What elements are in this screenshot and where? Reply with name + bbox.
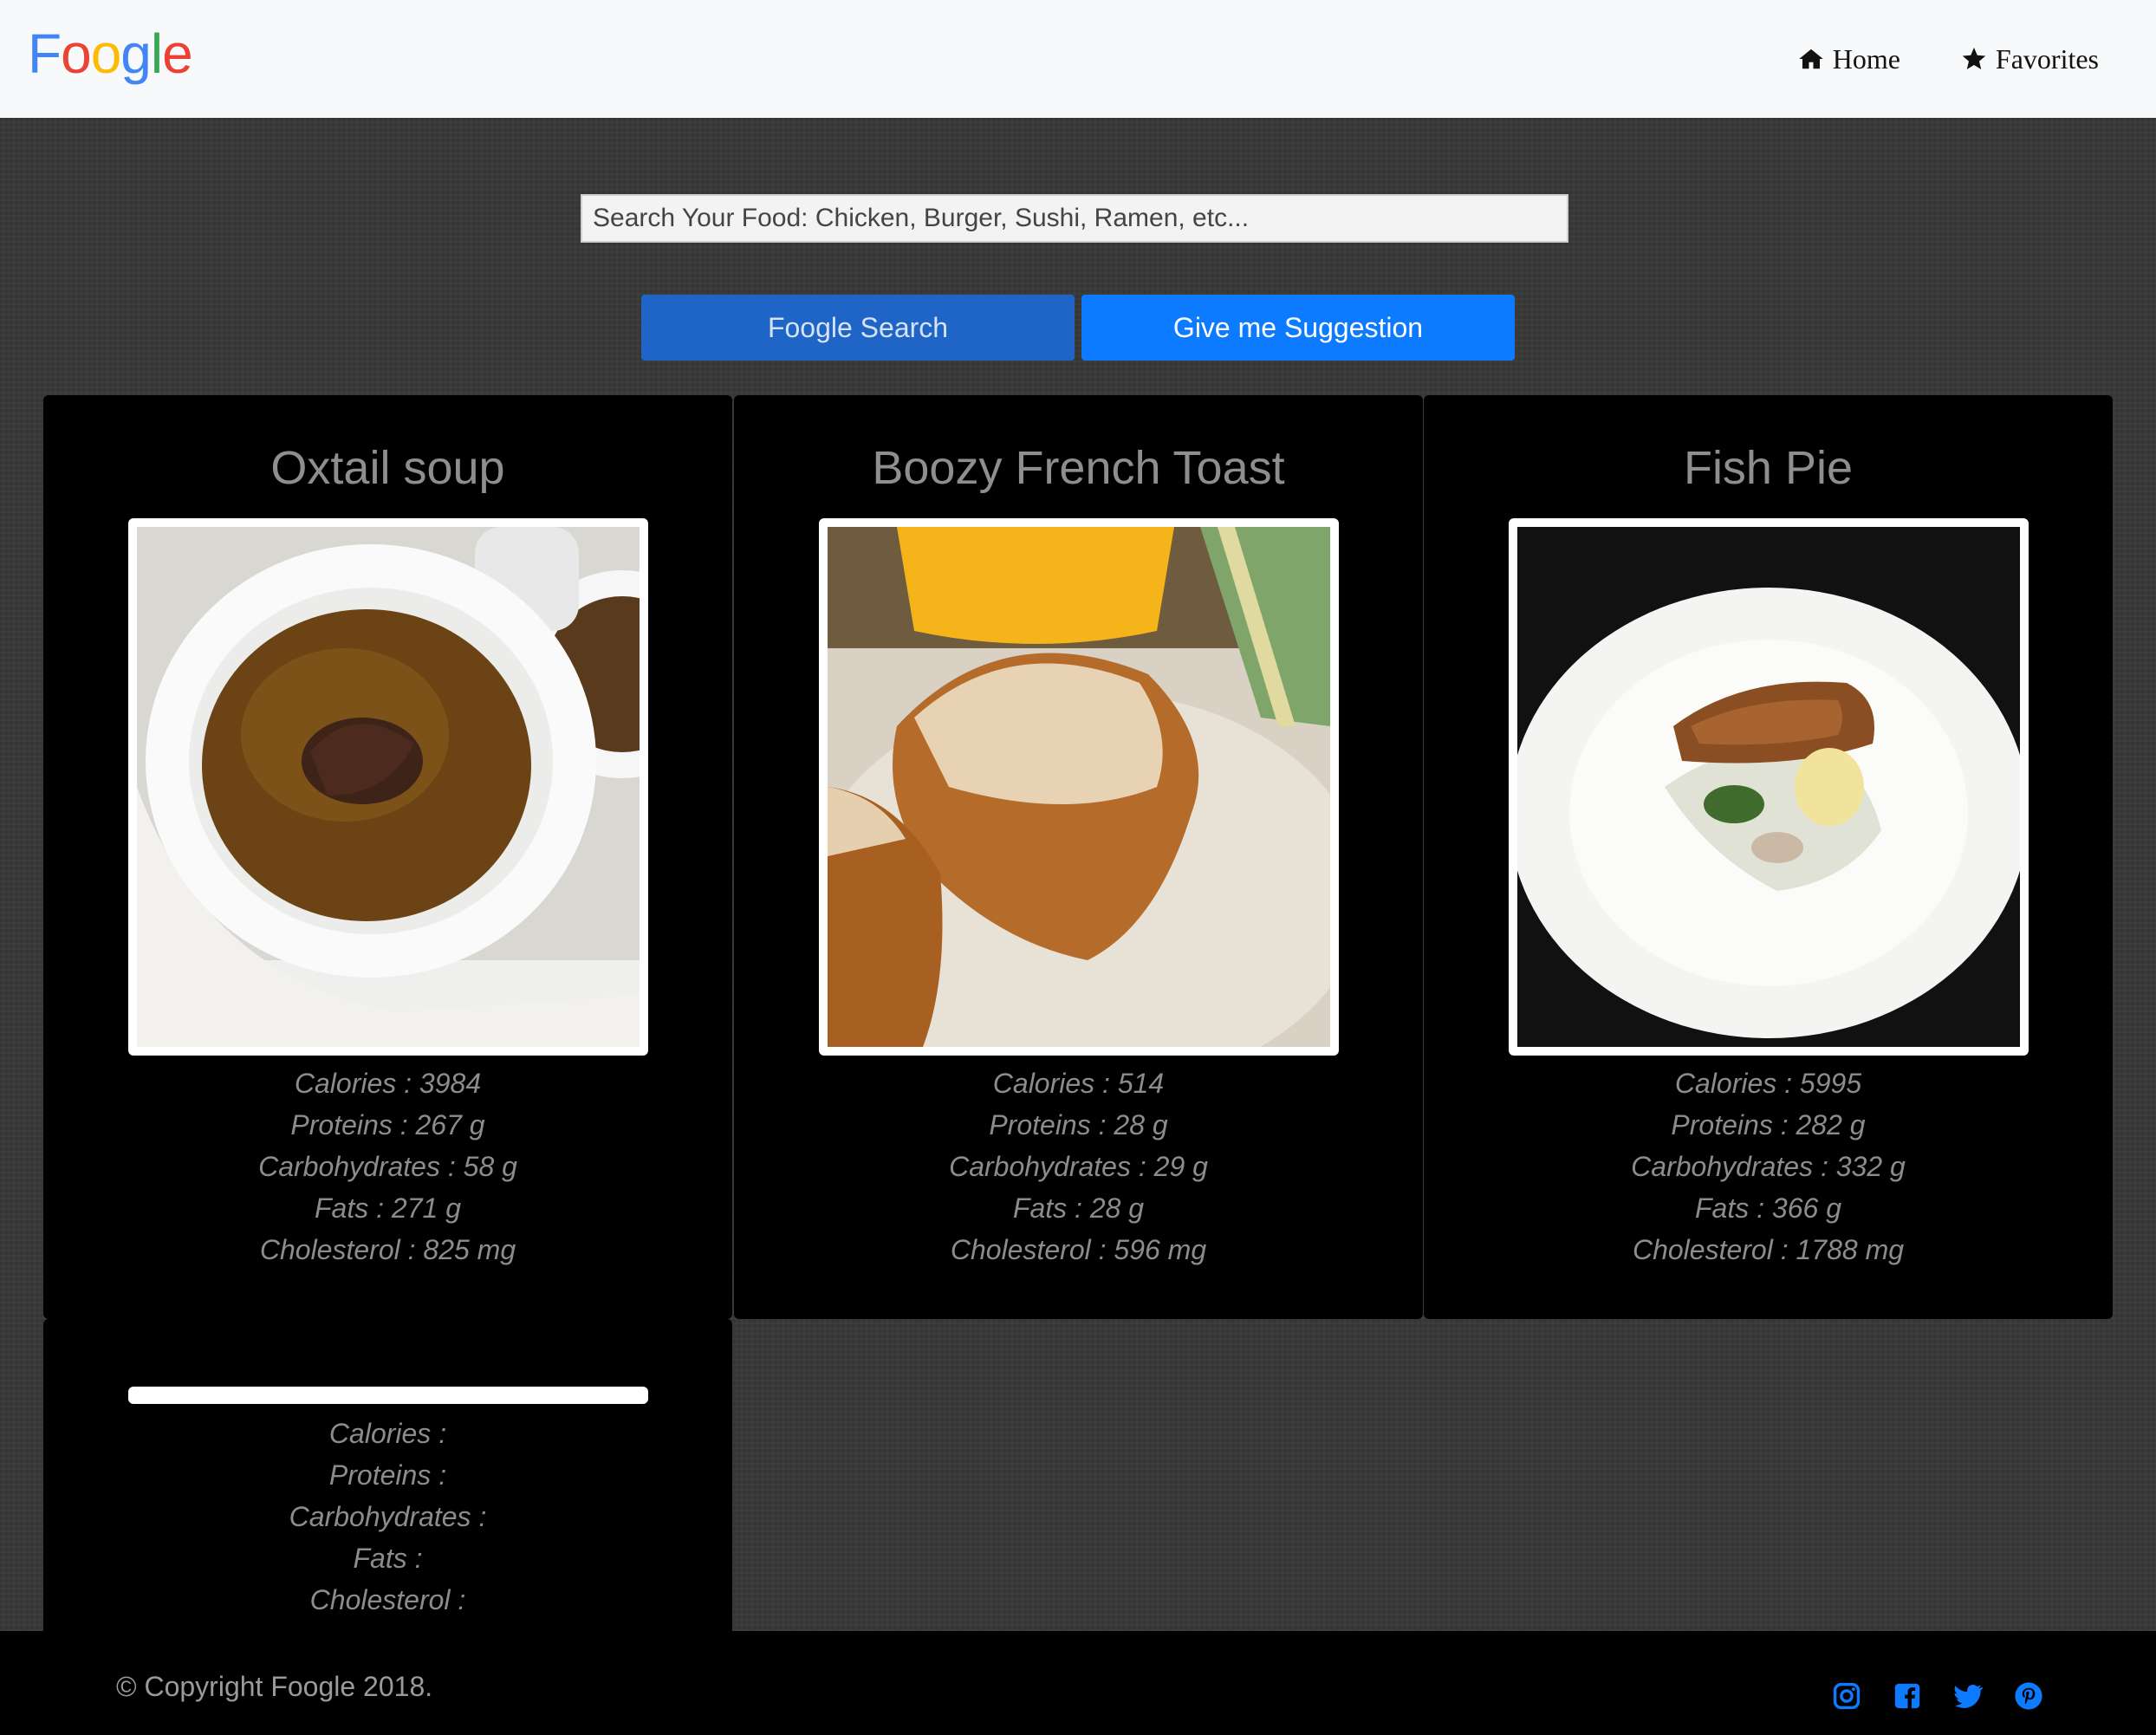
nutrients-list: Calories : 514 Proteins : 28 g Carbohydr… (734, 1062, 1423, 1270)
pinterest-icon (2015, 1682, 2042, 1710)
instagram-icon (1833, 1682, 1861, 1710)
search-input[interactable] (581, 194, 1568, 243)
carbohydrates-text: Carbohydrates : 29 g (949, 1151, 1208, 1182)
brand-letter: F (28, 23, 62, 85)
nutrients-list: Calories : 3984 Proteins : 267 g Carbohy… (43, 1062, 732, 1270)
cholesterol-text: Cholesterol : 825 mg (259, 1234, 516, 1265)
empty-image-placeholder (128, 1387, 648, 1404)
nav-links: Home Favorites (1798, 35, 2099, 83)
food-card-empty: Calories : Proteins : Carbohydrates : Fa… (43, 1319, 732, 1631)
brand-letter: l (150, 23, 163, 85)
fats-text: Fats : (353, 1543, 423, 1574)
nav-favorites-link[interactable]: Favorites (1961, 35, 2099, 83)
footer: © Copyright Foogle 2018. (0, 1631, 2156, 1735)
home-icon (1798, 49, 1823, 69)
twitter-icon (1954, 1684, 1984, 1708)
fats-text: Fats : 28 g (1012, 1192, 1145, 1224)
social-links (1832, 1681, 2043, 1711)
brand-letter: g (120, 23, 152, 85)
twitter-link[interactable] (1953, 1681, 1984, 1711)
suggestion-button[interactable]: Give me Suggestion (1081, 295, 1515, 361)
food-title: Fish Pie (1683, 442, 1854, 494)
proteins-text: Proteins : (328, 1459, 447, 1491)
nav-home-label: Home (1832, 43, 1900, 75)
fats-text: Fats : 366 g (1695, 1192, 1841, 1224)
nutrients-list: Calories : 5995 Proteins : 282 g Carbohy… (1424, 1062, 2113, 1270)
fish-pie-photo (1517, 527, 2020, 1047)
proteins-text: Proteins : 282 g (1671, 1109, 1866, 1140)
nav-home-link[interactable]: Home (1798, 35, 1900, 83)
brand-letter: o (61, 23, 92, 85)
food-image[interactable] (1509, 518, 2029, 1056)
oxtail-soup-photo (137, 527, 640, 1047)
proteins-text: Proteins : 267 g (290, 1109, 485, 1140)
calories-text: Calories : 5995 (1674, 1068, 1862, 1099)
proteins-text: Proteins : 28 g (989, 1109, 1168, 1140)
foogle-search-button[interactable]: Foogle Search (641, 295, 1075, 361)
calories-text: Calories : 3984 (294, 1068, 482, 1099)
food-title: Boozy French Toast (872, 442, 1285, 494)
food-image[interactable] (128, 518, 648, 1056)
calories-text: Calories : (328, 1418, 447, 1449)
facebook-icon (1894, 1683, 1920, 1709)
navbar: Foogle Home Favorites (0, 0, 2156, 118)
calories-text: Calories : 514 (992, 1068, 1165, 1099)
facebook-link[interactable] (1893, 1681, 1922, 1711)
cholesterol-text: Cholesterol : 596 mg (950, 1234, 1207, 1265)
fats-text: Fats : 271 g (315, 1192, 461, 1224)
french-toast-photo (828, 527, 1330, 1047)
brand-letter: e (162, 23, 193, 85)
copyright-text: © Copyright Foogle 2018. (116, 1671, 433, 1702)
nav-favorites-label: Favorites (1995, 43, 2099, 75)
instagram-link[interactable] (1832, 1681, 1861, 1711)
star-icon (1962, 47, 1986, 69)
brand-letter: o (90, 23, 122, 85)
carbohydrates-text: Carbohydrates : 332 g (1631, 1151, 1906, 1182)
cholesterol-text: Cholesterol : 1788 mg (1632, 1234, 1905, 1265)
food-card: Oxtail soup Calories : 3984 Proteins : 2… (43, 395, 732, 1319)
brand-logo[interactable]: Foogle (28, 19, 193, 88)
cholesterol-text: Cholesterol : (309, 1584, 466, 1615)
carbohydrates-text: Carbohydrates : (289, 1501, 487, 1532)
food-image[interactable] (819, 518, 1339, 1056)
food-card: Fish Pie Calories : 5995 Proteins : 282 … (1424, 395, 2113, 1319)
food-title: Oxtail soup (270, 442, 505, 494)
food-card: Boozy French Toast Calories : 514 Protei… (734, 395, 1423, 1319)
nutrients-list: Calories : Proteins : Carbohydrates : Fa… (43, 1413, 732, 1621)
carbohydrates-text: Carbohydrates : 58 g (258, 1151, 517, 1182)
pinterest-link[interactable] (2014, 1681, 2043, 1711)
